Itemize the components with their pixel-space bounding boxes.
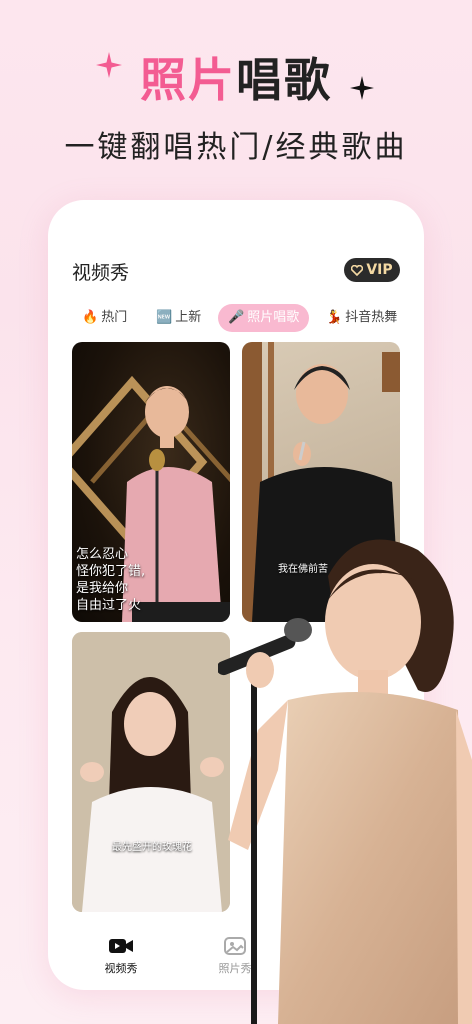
lyrics-caption: 怎么忍心 怪你犯了错, 是我给你 自由过了火 bbox=[76, 546, 145, 614]
lyrics-line: 怎么忍心 bbox=[76, 547, 129, 562]
singer-illustration bbox=[218, 539, 472, 1024]
vip-button[interactable]: VIP bbox=[344, 258, 400, 282]
app-title: 视频秀 bbox=[72, 262, 130, 284]
category-tabs: 🔥 热门 🆕 上新 🎤 照片唱歌 💃 抖音热舞 bbox=[72, 304, 412, 332]
singer-thumbnail bbox=[72, 632, 230, 912]
vip-label: VIP bbox=[366, 262, 393, 278]
hero-title-pink: 照片 bbox=[140, 53, 236, 107]
hero-subtitle: 一键翻唱热门/经典歌曲 bbox=[64, 130, 408, 165]
fire-icon: 🔥 bbox=[82, 310, 99, 325]
heart-icon bbox=[351, 264, 364, 276]
sparkle-icon bbox=[350, 76, 374, 100]
video-camera-icon bbox=[109, 939, 133, 953]
video-card[interactable]: 最先盛开的玫瑰花 bbox=[72, 632, 230, 912]
nav-item-video-show[interactable]: 视频秀 bbox=[81, 936, 161, 976]
tab-label: 照片唱歌 bbox=[247, 310, 300, 325]
tab-label: 上新 bbox=[175, 310, 202, 325]
tab-label: 抖音热舞 bbox=[345, 310, 398, 325]
lyrics-caption: 最先盛开的玫瑰花 bbox=[112, 842, 192, 853]
lyrics-line: 自由过了火 bbox=[76, 598, 142, 613]
lyrics-line: 怪你犯了错, bbox=[76, 564, 146, 579]
hero-title-dark: 唱歌 bbox=[236, 53, 332, 107]
hero-title: 照片唱歌 bbox=[0, 44, 472, 110]
new-icon: 🆕 bbox=[156, 310, 173, 325]
lyrics-line: 是我给你 bbox=[76, 581, 129, 596]
tab-hot[interactable]: 🔥 热门 bbox=[82, 304, 127, 332]
video-card[interactable]: 怎么忍心 怪你犯了错, 是我给你 自由过了火 bbox=[72, 342, 230, 622]
tab-photo-singing[interactable]: 🎤 照片唱歌 bbox=[218, 304, 310, 332]
nav-label: 视频秀 bbox=[104, 962, 138, 975]
microphone-icon: 🎤 bbox=[228, 310, 245, 325]
dancer-icon: 💃 bbox=[326, 310, 343, 325]
tab-new[interactable]: 🆕 上新 bbox=[156, 304, 201, 332]
tab-label: 热门 bbox=[101, 310, 128, 325]
tab-douyin-dance[interactable]: 💃 抖音热舞 bbox=[326, 304, 397, 332]
